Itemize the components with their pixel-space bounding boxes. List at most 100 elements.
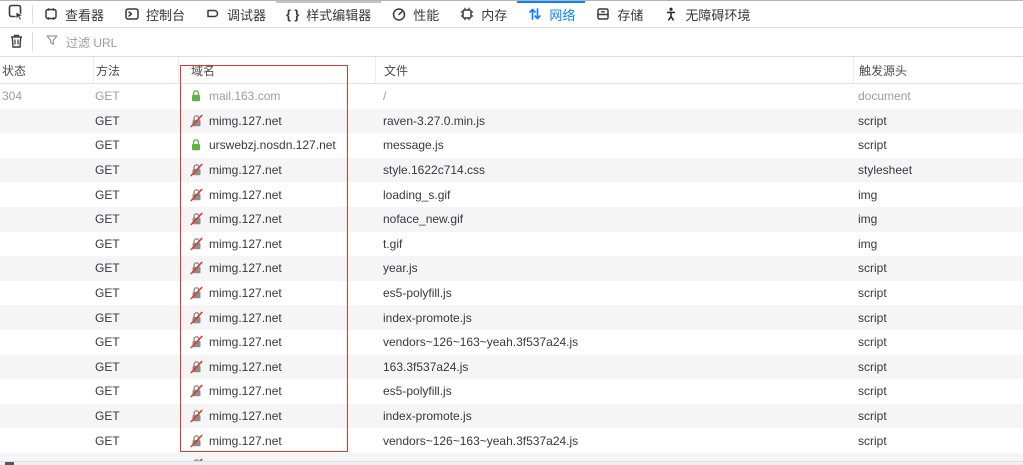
request-row[interactable]: GET mimg.127.net raven-3.27.0.min.js scr…	[0, 108, 1023, 134]
domain-text: mimg.127.net	[209, 409, 282, 424]
request-row[interactable]: GET mimg.127.net year.js script	[0, 256, 1023, 281]
filter-placeholder: 过滤 URL	[66, 35, 118, 50]
method-cell: GET	[95, 187, 120, 202]
request-row[interactable]: GET urswebzj.nosdn.127.net message.js sc…	[0, 133, 1023, 158]
request-row[interactable]: GET mimg.127.net vendors~126~163~yeah.3f…	[0, 329, 1023, 355]
security-lock-icon	[190, 434, 203, 448]
tab-console[interactable]: 控制台	[114, 1, 195, 27]
filter-url-input[interactable]: 过滤 URL	[33, 28, 1023, 56]
domain-cell: mimg.127.net	[178, 360, 375, 374]
domain-text: urswebzj.nosdn.127.net	[209, 138, 336, 153]
cause-cell: script	[858, 359, 887, 374]
tab-network[interactable]: 网络	[517, 1, 586, 27]
column-header-method[interactable]: 方法	[93, 57, 178, 83]
cause-cell: img	[858, 212, 878, 227]
file-cell: year.js	[383, 261, 418, 276]
domain-text: mimg.127.net	[209, 384, 282, 399]
tab-label: 样式编辑器	[306, 7, 372, 23]
request-row[interactable]: GET mimg.127.net vendors~126~163~yeah.3f…	[0, 428, 1023, 453]
tab-style-editor[interactable]: { } 样式编辑器	[276, 1, 382, 27]
method-cell: GET	[95, 89, 120, 104]
column-header-cause[interactable]: 触发源头	[853, 57, 1023, 83]
file-cell: es5-polyfill.js	[383, 286, 452, 301]
method-cell: GET	[95, 384, 120, 399]
security-lock-icon	[190, 138, 203, 152]
pick-element-button[interactable]	[0, 1, 32, 27]
request-row[interactable]	[0, 452, 1023, 461]
inspector-icon	[43, 6, 59, 22]
storage-icon	[595, 6, 611, 22]
column-header-status[interactable]: 状态	[0, 57, 93, 83]
method-cell: GET	[95, 310, 120, 325]
security-lock-icon	[190, 335, 203, 349]
security-lock-icon	[190, 237, 203, 251]
domain-cell: mimg.127.net	[178, 212, 375, 226]
request-row[interactable]: GET mimg.127.net style.1622c714.css styl…	[0, 157, 1023, 183]
network-icon	[527, 6, 543, 22]
request-row[interactable]: GET mimg.127.net index-promote.js script	[0, 403, 1023, 429]
domain-cell: mimg.127.net	[178, 114, 375, 128]
domain-text: mimg.127.net	[209, 335, 282, 350]
domain-text: mimg.127.net	[209, 261, 282, 276]
table-body: 304 GET mail.163.com / document GET mimg…	[0, 84, 1023, 461]
request-row[interactable]: GET mimg.127.net 163.3f537a24.js script	[0, 354, 1023, 380]
security-lock-icon	[190, 286, 203, 300]
performance-icon	[391, 6, 407, 22]
domain-text: mimg.127.net	[209, 212, 282, 227]
request-row[interactable]: GET mimg.127.net es5-polyfill.js script	[0, 280, 1023, 306]
file-cell: style.1622c714.css	[383, 163, 486, 178]
file-cell: message.js	[383, 138, 444, 153]
file-cell: /	[383, 89, 387, 104]
method-cell: GET	[95, 261, 120, 276]
devtools-network-panel: 查看器 控制台 调试器 { } 样式编辑器 性能 内存 网络 存储 无障碍环境 …	[0, 0, 1023, 465]
style-editor-icon: { }	[286, 6, 301, 22]
cause-cell: script	[858, 310, 887, 325]
clear-requests-button[interactable]	[0, 28, 32, 56]
request-row[interactable]: GET mimg.127.net loading_s.gif img	[0, 182, 1023, 207]
table-header: 状态 方法 域名 文件 触发源头	[0, 57, 1023, 84]
security-lock-icon	[190, 188, 203, 202]
method-cell: GET	[95, 409, 120, 424]
column-header-domain[interactable]: 域名	[178, 57, 375, 83]
column-header-file[interactable]: 文件	[375, 57, 853, 83]
domain-cell: mimg.127.net	[178, 335, 375, 349]
tab-label: 控制台	[146, 7, 186, 23]
cause-cell: script	[858, 433, 887, 448]
domain-cell: mimg.127.net	[178, 286, 375, 300]
request-row[interactable]: GET mimg.127.net t.gif img	[0, 231, 1023, 257]
tab-performance[interactable]: 性能	[381, 1, 449, 27]
file-cell: raven-3.27.0.min.js	[383, 113, 486, 128]
tab-debugger[interactable]: 调试器	[195, 1, 276, 27]
tab-inspector[interactable]: 查看器	[33, 1, 114, 27]
method-cell: GET	[95, 113, 120, 128]
cause-cell: document	[858, 89, 911, 104]
request-row[interactable]: GET mimg.127.net index-promote.js script	[0, 305, 1023, 330]
tab-accessibility[interactable]: 无障碍环境	[653, 1, 760, 27]
domain-text: mail.163.com	[209, 89, 281, 104]
cause-cell: script	[858, 286, 887, 301]
debugger-icon	[205, 6, 221, 22]
pick-element-icon	[8, 4, 25, 24]
request-row[interactable]: GET mimg.127.net noface_new.gif img	[0, 206, 1023, 232]
tab-label: 性能	[413, 7, 440, 23]
cause-cell: script	[858, 384, 887, 399]
funnel-icon	[45, 33, 59, 52]
memory-icon	[459, 6, 475, 22]
file-cell: es5-polyfill.js	[383, 384, 452, 399]
cause-cell: script	[858, 113, 887, 128]
file-cell: 163.3f537a24.js	[383, 359, 469, 374]
tab-storage[interactable]: 存储	[585, 1, 653, 27]
security-lock-icon	[190, 409, 203, 423]
file-cell: index-promote.js	[383, 310, 472, 325]
request-row[interactable]: GET mimg.127.net es5-polyfill.js script	[0, 379, 1023, 404]
domain-text: mimg.127.net	[209, 163, 282, 178]
domain-cell: mimg.127.net	[178, 311, 375, 325]
tab-memory[interactable]: 内存	[449, 1, 517, 27]
security-lock-icon	[190, 163, 203, 177]
request-row[interactable]: 304 GET mail.163.com / document	[0, 84, 1023, 109]
accessibility-icon	[663, 6, 679, 22]
cause-cell: script	[858, 138, 887, 153]
method-cell: GET	[95, 433, 120, 448]
domain-text: mimg.127.net	[209, 433, 282, 448]
domain-text: mimg.127.net	[209, 310, 282, 325]
